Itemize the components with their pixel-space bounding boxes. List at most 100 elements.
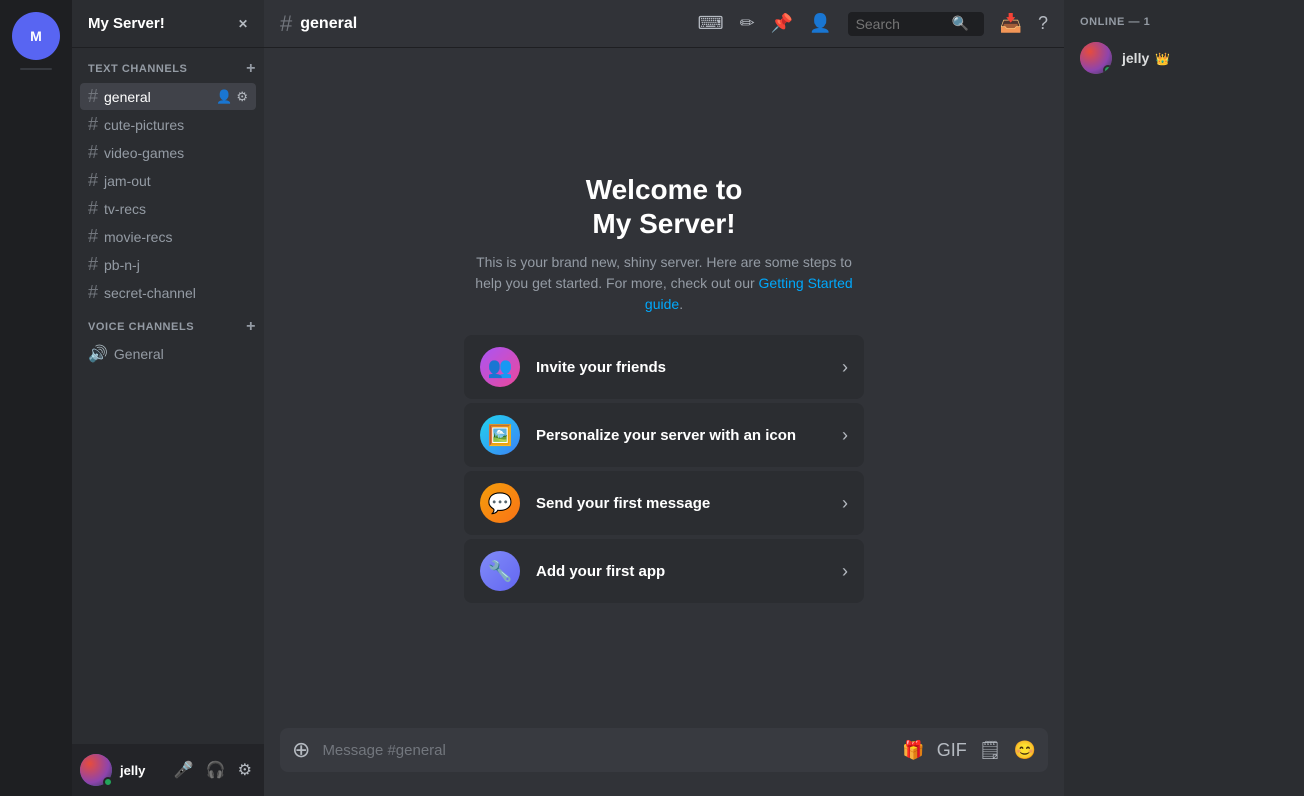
members-icon[interactable]: 👤 — [809, 13, 831, 34]
channel-name: secret-channel — [104, 285, 248, 301]
settings-icon[interactable]: ⚙ — [234, 758, 256, 782]
hash-icon: # — [88, 282, 98, 303]
chevron-right-icon: › — [842, 425, 848, 446]
main-content: # general ⌨ ✏ 📌 👤 🔍 📥 ? Welcome to My Se… — [264, 0, 1064, 796]
action-label: Invite your friends — [536, 359, 826, 376]
invite-icon: 👥 — [480, 347, 520, 387]
channel-item-movie-recs[interactable]: # movie-recs — [80, 223, 256, 250]
online-user-jelly[interactable]: jelly 👑 — [1072, 36, 1296, 80]
channels-list: TEXT CHANNELS + # general 👤 ⚙ # cute-pic… — [72, 48, 264, 744]
app-icon: 🔧 — [480, 551, 520, 591]
status-dot — [103, 777, 113, 787]
message-toolbar-right: 🎁 GIF 🗒 😊 — [902, 740, 1036, 761]
hash-icon: # — [88, 114, 98, 135]
chevron-right-icon: › — [842, 493, 848, 514]
channel-item-cute-pictures[interactable]: # cute-pictures — [80, 111, 256, 138]
emoji-icon[interactable]: 😊 — [1014, 740, 1036, 761]
channel-name: general — [104, 89, 210, 105]
header-toolbar: ⌨ ✏ 📌 👤 🔍 📥 ? — [698, 12, 1048, 36]
channel-item-voice-general[interactable]: 🔊 General — [80, 341, 256, 367]
add-voice-channel-icon[interactable]: + — [246, 318, 256, 336]
action-label: Personalize your server with an icon — [536, 427, 826, 444]
sticker-icon[interactable]: 🗒 — [979, 740, 1002, 761]
settings-icon[interactable]: ⚙ — [236, 89, 248, 105]
channel-name: pb-n-j — [104, 257, 248, 273]
chevron-right-icon: › — [842, 561, 848, 582]
welcome-title: Welcome to My Server! — [464, 173, 864, 240]
message-input-box: ⊕ 🎁 GIF 🗒 😊 — [280, 728, 1048, 772]
hash-icon: # — [88, 254, 98, 275]
server-sidebar: M — [0, 0, 72, 796]
channel-sidebar: My Server! ✕ TEXT CHANNELS + # general 👤… — [72, 0, 264, 796]
channel-icons: 👤 ⚙ — [216, 89, 248, 105]
message-input[interactable] — [322, 742, 890, 759]
channel-item-tv-recs[interactable]: # tv-recs — [80, 195, 256, 222]
channel-item-general[interactable]: # general 👤 ⚙ — [80, 83, 256, 110]
server-name: My Server! — [88, 15, 165, 32]
action-add-app[interactable]: 🔧 Add your first app › — [464, 539, 864, 603]
server-header[interactable]: My Server! ✕ — [72, 0, 264, 48]
channel-name: tv-recs — [104, 201, 248, 217]
action-first-message[interactable]: 💬 Send your first message › — [464, 471, 864, 535]
user-icon[interactable]: 👤 — [216, 89, 232, 105]
headphone-icon[interactable]: 🎧 — [202, 758, 230, 782]
chevron-down-icon: ✕ — [238, 17, 248, 31]
server-icon[interactable]: M — [12, 12, 60, 60]
welcome-description: This is your brand new, shiny server. He… — [464, 252, 864, 315]
add-people-icon[interactable]: ⌨ — [698, 13, 724, 34]
channel-header: # general ⌨ ✏ 📌 👤 🔍 📥 ? — [264, 0, 1064, 48]
channel-name: movie-recs — [104, 229, 248, 245]
hash-icon: # — [88, 142, 98, 163]
gif-icon[interactable]: GIF — [937, 740, 967, 761]
text-channels-label: TEXT CHANNELS — [88, 63, 187, 75]
user-name: jelly — [120, 763, 162, 778]
right-sidebar: ONLINE — 1 jelly 👑 — [1064, 0, 1304, 796]
channel-hash-icon: # — [280, 11, 292, 37]
online-status-dot — [1103, 65, 1112, 74]
channel-name: General — [114, 346, 248, 362]
message-input-area: ⊕ 🎁 GIF 🗒 😊 — [264, 728, 1064, 796]
microphone-icon[interactable]: 🎤 — [170, 758, 198, 782]
edit-icon[interactable]: ✏ — [740, 13, 755, 34]
speaker-icon: 🔊 — [88, 344, 108, 364]
hash-icon: # — [88, 170, 98, 191]
chevron-right-icon: › — [842, 357, 848, 378]
help-icon[interactable]: ? — [1038, 13, 1048, 34]
channel-name: video-games — [104, 145, 248, 161]
voice-channels-category[interactable]: VOICE CHANNELS + — [72, 314, 264, 340]
add-channel-icon[interactable]: + — [246, 60, 256, 78]
channel-item-jam-out[interactable]: # jam-out — [80, 167, 256, 194]
messages-area: Welcome to My Server! This is your brand… — [264, 48, 1064, 728]
channel-header-name: general — [300, 15, 357, 33]
action-invite-friends[interactable]: 👥 Invite your friends › — [464, 335, 864, 399]
channel-item-video-games[interactable]: # video-games — [80, 139, 256, 166]
action-label: Add your first app — [536, 563, 826, 580]
channel-item-pb-n-j[interactable]: # pb-n-j — [80, 251, 256, 278]
search-input[interactable] — [856, 16, 946, 32]
hash-icon: # — [88, 198, 98, 219]
server-divider — [20, 68, 52, 70]
hash-icon: # — [88, 226, 98, 247]
search-bar[interactable]: 🔍 — [848, 12, 984, 36]
action-personalize[interactable]: 🖼️ Personalize your server with an icon … — [464, 403, 864, 467]
search-icon: 🔍 — [952, 15, 969, 32]
channel-item-secret-channel[interactable]: # secret-channel — [80, 279, 256, 306]
gift-icon[interactable]: 🎁 — [902, 740, 924, 761]
action-list: 👥 Invite your friends › 🖼️ Personalize y… — [464, 335, 864, 603]
inbox-icon[interactable]: 📥 — [1000, 13, 1022, 34]
online-header: ONLINE — 1 — [1072, 16, 1296, 28]
message-icon: 💬 — [480, 483, 520, 523]
channel-name: jam-out — [104, 173, 248, 189]
hash-icon: # — [88, 86, 98, 107]
add-attachment-icon[interactable]: ⊕ — [292, 737, 310, 763]
user-panel: jelly 🎤 🎧 ⚙ — [72, 744, 264, 796]
personalize-icon: 🖼️ — [480, 415, 520, 455]
avatar — [1080, 42, 1112, 74]
text-channels-section: TEXT CHANNELS + # general 👤 ⚙ # cute-pic… — [72, 56, 264, 306]
voice-channels-label: VOICE CHANNELS — [88, 321, 194, 333]
channel-name: cute-pictures — [104, 117, 248, 133]
voice-channels-section: VOICE CHANNELS + 🔊 General — [72, 314, 264, 367]
pin-icon[interactable]: 📌 — [771, 13, 793, 34]
text-channels-category[interactable]: TEXT CHANNELS + — [72, 56, 264, 82]
welcome-container: Welcome to My Server! This is your brand… — [464, 173, 864, 603]
